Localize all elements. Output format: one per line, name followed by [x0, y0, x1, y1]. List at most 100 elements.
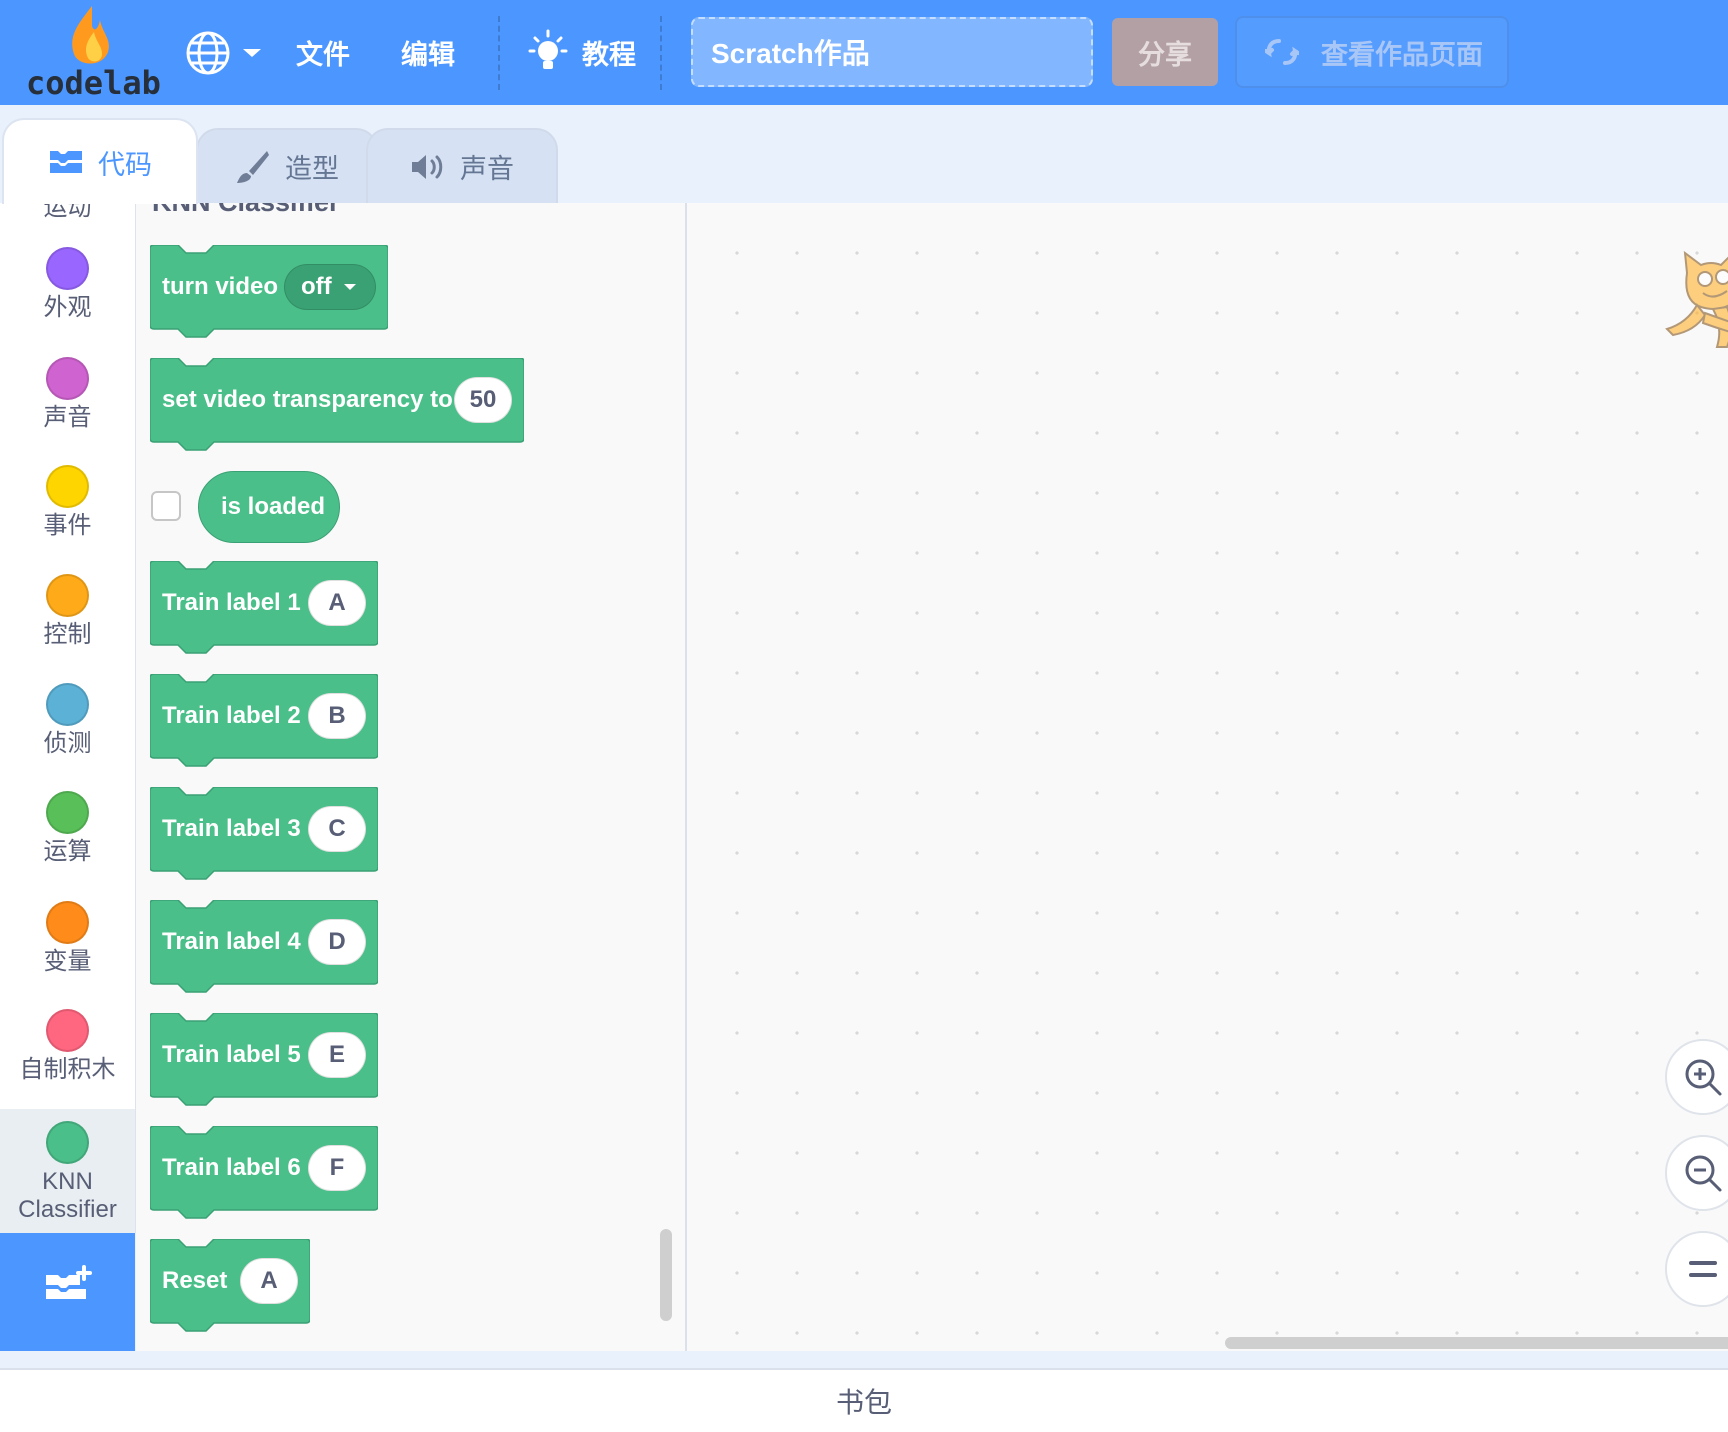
palette-scrollbar[interactable]	[660, 1229, 672, 1321]
category-menu: 运动 外观 声音 事件 控制 侦测 运算 变量 自制积木 KNN Classif…	[0, 203, 136, 1233]
tutorials-label: 教程	[582, 40, 636, 70]
block-label: Train label 6	[162, 1154, 301, 1181]
zoom-reset-button[interactable]	[1665, 1231, 1728, 1307]
category-label: 控制	[43, 621, 92, 648]
category-label: KNN Classifier	[18, 1168, 117, 1223]
block-label: set video transparency to	[162, 386, 453, 413]
edit-menu-label: 编辑	[401, 40, 455, 70]
remix-arrows-icon	[1265, 39, 1299, 65]
zoom-out-button[interactable]	[1665, 1135, 1728, 1211]
category-dot	[46, 465, 89, 508]
file-menu[interactable]: 文件	[296, 0, 350, 105]
category-knn-classifier[interactable]: KNN Classifier	[0, 1109, 135, 1233]
language-menu[interactable]	[184, 0, 264, 105]
category-sensing[interactable]: 侦测	[0, 683, 135, 758]
block-train-label-5[interactable]: Train label 5 E	[150, 1013, 378, 1109]
category-label: 运算	[43, 838, 92, 865]
logo-text: codelab	[26, 64, 161, 102]
zoom-in-button[interactable]	[1665, 1039, 1728, 1115]
label-input[interactable]: A	[308, 580, 366, 626]
input-value: D	[328, 928, 346, 955]
category-motion[interactable]: 运动	[0, 203, 135, 222]
code-blocks-icon	[50, 151, 82, 173]
backpack-label: 书包	[835, 1387, 892, 1418]
input-value: E	[328, 1041, 345, 1068]
tab-sounds-label: 声音	[460, 154, 514, 184]
file-menu-label: 文件	[296, 40, 350, 70]
palette-category-heading: KNN Classifier	[152, 203, 340, 218]
share-label: 分享	[1138, 39, 1192, 70]
block-reset[interactable]: Reset A	[150, 1239, 310, 1335]
label-input[interactable]: F	[308, 1145, 366, 1191]
workspace-horizontal-scrollbar[interactable]	[1225, 1337, 1728, 1349]
project-title-input[interactable]: Scratch作品	[691, 17, 1093, 87]
category-label: 事件	[43, 512, 92, 539]
see-project-page-label: 查看作品页面	[1321, 39, 1483, 70]
block-label: Train label 1	[162, 589, 301, 616]
zoom-out-icon	[1685, 1155, 1722, 1192]
category-dot	[46, 574, 89, 617]
block-label: Reset	[162, 1267, 228, 1294]
category-dot	[46, 247, 89, 290]
menu-divider	[660, 16, 662, 90]
label-input[interactable]: B	[308, 693, 366, 739]
input-value: F	[329, 1154, 345, 1181]
label-input[interactable]: E	[308, 1032, 366, 1078]
project-title-text: Scratch作品	[711, 38, 870, 69]
block-train-label-3[interactable]: Train label 3 C	[150, 787, 378, 883]
category-dot	[46, 1009, 89, 1052]
block-label: Train label 2	[162, 702, 301, 729]
backpack-panel[interactable]: 书包	[0, 1368, 1728, 1432]
category-looks[interactable]: 外观	[0, 247, 135, 322]
paintbrush-icon	[237, 150, 269, 183]
block-turn-video[interactable]: turn video off	[150, 245, 388, 341]
tutorials-menu[interactable]: 教程	[526, 0, 636, 105]
category-dot	[46, 791, 89, 834]
flame-icon	[72, 6, 109, 64]
category-dot	[46, 901, 89, 944]
tab-costumes[interactable]: 造型	[196, 128, 378, 203]
category-label: 外观	[43, 294, 92, 321]
tab-sounds[interactable]: 声音	[366, 128, 558, 203]
label-input[interactable]: D	[308, 919, 366, 965]
transparency-input[interactable]: 50	[454, 377, 512, 423]
tab-costumes-label: 造型	[285, 154, 339, 184]
add-extension-button[interactable]	[0, 1233, 135, 1351]
speaker-icon	[412, 154, 443, 179]
category-label: 自制积木	[19, 1056, 116, 1083]
category-my-blocks[interactable]: 自制积木	[0, 1009, 135, 1084]
menu-divider	[498, 16, 500, 90]
input-value: A	[328, 589, 346, 616]
tab-code[interactable]: 代码	[2, 118, 198, 204]
category-sound[interactable]: 声音	[0, 357, 135, 432]
category-control[interactable]: 控制	[0, 574, 135, 649]
menu-bar: codelab 文件 编辑 教程 Scratch作品 分享 查看作品页面	[0, 0, 1728, 105]
add-extension-icon	[46, 1265, 92, 1299]
category-events[interactable]: 事件	[0, 465, 135, 540]
edit-menu[interactable]: 编辑	[401, 0, 455, 105]
block-train-label-6[interactable]: Train label 6 F	[150, 1126, 378, 1222]
label-input[interactable]: C	[308, 806, 366, 852]
block-train-label-1[interactable]: Train label 1 A	[150, 561, 378, 657]
video-state-dropdown[interactable]: off	[284, 264, 376, 310]
block-set-video-transparency[interactable]: set video transparency to 50	[150, 358, 524, 454]
category-dot	[46, 357, 89, 400]
input-value: A	[260, 1267, 278, 1294]
block-is-loaded[interactable]: is loaded	[198, 471, 340, 543]
category-operators[interactable]: 运算	[0, 791, 135, 866]
block-label: turn video	[162, 273, 279, 300]
category-variables[interactable]: 变量	[0, 901, 135, 976]
is-loaded-monitor-checkbox[interactable]	[151, 491, 181, 521]
see-project-page-button[interactable]: 查看作品页面	[1235, 16, 1509, 88]
globe-icon	[186, 31, 230, 74]
block-label: Train label 3	[162, 815, 301, 842]
block-train-label-4[interactable]: Train label 4 D	[150, 900, 378, 996]
share-button[interactable]: 分享	[1112, 18, 1218, 86]
input-value: 50	[469, 386, 497, 413]
dropdown-value: off	[301, 273, 332, 300]
codelab-logo[interactable]: codelab	[22, 2, 161, 102]
label-input[interactable]: A	[240, 1258, 298, 1304]
block-train-label-2[interactable]: Train label 2 B	[150, 674, 378, 770]
script-workspace[interactable]	[687, 203, 1728, 1351]
block-label: Train label 4	[162, 928, 301, 955]
